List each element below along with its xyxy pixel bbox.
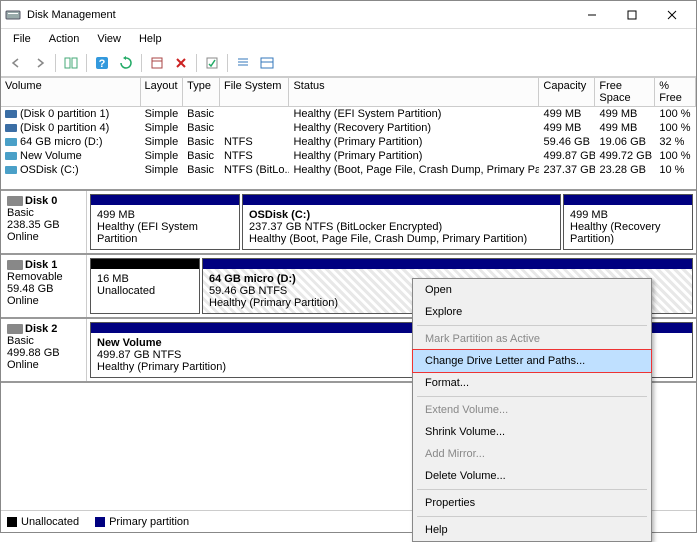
volume-icon <box>5 138 17 146</box>
settings-button[interactable] <box>146 52 168 74</box>
svg-text:?: ? <box>99 58 106 70</box>
disk0-part1[interactable]: 499 MBHealthy (EFI System Partition <box>90 194 240 250</box>
volume-table-header: Volume Layout Type File System Status Ca… <box>1 77 696 107</box>
minimize-button[interactable] <box>572 2 612 28</box>
col-volume[interactable]: Volume <box>1 77 141 106</box>
window-title: Disk Management <box>27 9 572 21</box>
disk-0-label[interactable]: Disk 0 Basic 238.35 GB Online <box>1 191 87 253</box>
menu-action[interactable]: Action <box>41 31 88 47</box>
menubar: File Action View Help <box>1 29 696 49</box>
toolbar: ? <box>1 49 696 77</box>
col-layout[interactable]: Layout <box>141 77 184 106</box>
disk0-part3[interactable]: 499 MBHealthy (Recovery Partition) <box>563 194 693 250</box>
show-hide-button[interactable] <box>60 52 82 74</box>
cm-shrink[interactable]: Shrink Volume... <box>413 421 651 443</box>
cm-delete[interactable]: Delete Volume... <box>413 465 651 487</box>
cm-help[interactable]: Help <box>413 519 651 541</box>
properties-icon[interactable] <box>201 52 223 74</box>
col-fs[interactable]: File System <box>220 77 289 106</box>
cm-format[interactable]: Format... <box>413 372 651 394</box>
detail-view-icon[interactable] <box>256 52 278 74</box>
disk-icon <box>7 324 23 334</box>
cm-properties[interactable]: Properties <box>413 492 651 514</box>
context-menu: Open Explore Mark Partition as Active Ch… <box>412 278 652 542</box>
menu-help[interactable]: Help <box>131 31 170 47</box>
volume-icon <box>5 124 17 132</box>
table-row[interactable]: New VolumeSimpleBasicNTFSHealthy (Primar… <box>1 149 696 163</box>
legend-primary-swatch <box>95 517 105 527</box>
forward-button[interactable] <box>29 52 51 74</box>
col-capacity[interactable]: Capacity <box>539 77 595 106</box>
cm-mark-active: Mark Partition as Active <box>413 328 651 350</box>
list-view-icon[interactable] <box>232 52 254 74</box>
legend-unallocated-swatch <box>7 517 17 527</box>
disk-icon <box>7 260 23 270</box>
cm-mirror: Add Mirror... <box>413 443 651 465</box>
volume-icon <box>5 152 17 160</box>
disk-2-label[interactable]: Disk 2 Basic 499.88 GB Online <box>1 319 87 381</box>
disk0-part2[interactable]: OSDisk (C:)237.37 GB NTFS (BitLocker Enc… <box>242 194 561 250</box>
refresh-button[interactable] <box>115 52 137 74</box>
volume-icon <box>5 110 17 118</box>
delete-icon[interactable] <box>170 52 192 74</box>
cm-open[interactable]: Open <box>413 279 651 301</box>
volume-icon <box>5 166 17 174</box>
back-button[interactable] <box>5 52 27 74</box>
table-row[interactable]: OSDisk (C:)SimpleBasicNTFS (BitLo...Heal… <box>1 163 696 177</box>
menu-file[interactable]: File <box>5 31 39 47</box>
disk-0-row: Disk 0 Basic 238.35 GB Online 499 MBHeal… <box>1 191 696 255</box>
disk-icon <box>7 196 23 206</box>
cm-change-drive-letter[interactable]: Change Drive Letter and Paths... <box>412 349 652 373</box>
table-row[interactable]: (Disk 0 partition 4)SimpleBasicHealthy (… <box>1 121 696 135</box>
disk-1-label[interactable]: Disk 1 Removable 59.48 GB Online <box>1 255 87 317</box>
app-icon <box>5 7 21 23</box>
maximize-button[interactable] <box>612 2 652 28</box>
table-row[interactable]: 64 GB micro (D:)SimpleBasicNTFSHealthy (… <box>1 135 696 149</box>
titlebar: Disk Management <box>1 1 696 29</box>
table-row[interactable]: (Disk 0 partition 1)SimpleBasicHealthy (… <box>1 107 696 121</box>
col-pct[interactable]: % Free <box>655 77 696 106</box>
close-button[interactable] <box>652 2 692 28</box>
disk1-unallocated[interactable]: 16 MBUnallocated <box>90 258 200 314</box>
menu-view[interactable]: View <box>89 31 129 47</box>
help-button[interactable]: ? <box>91 52 113 74</box>
col-type[interactable]: Type <box>183 77 220 106</box>
cm-explore[interactable]: Explore <box>413 301 651 323</box>
volume-table-body: (Disk 0 partition 1)SimpleBasicHealthy (… <box>1 107 696 177</box>
col-status[interactable]: Status <box>289 77 539 106</box>
cm-extend: Extend Volume... <box>413 399 651 421</box>
col-free[interactable]: Free Space <box>595 77 655 106</box>
